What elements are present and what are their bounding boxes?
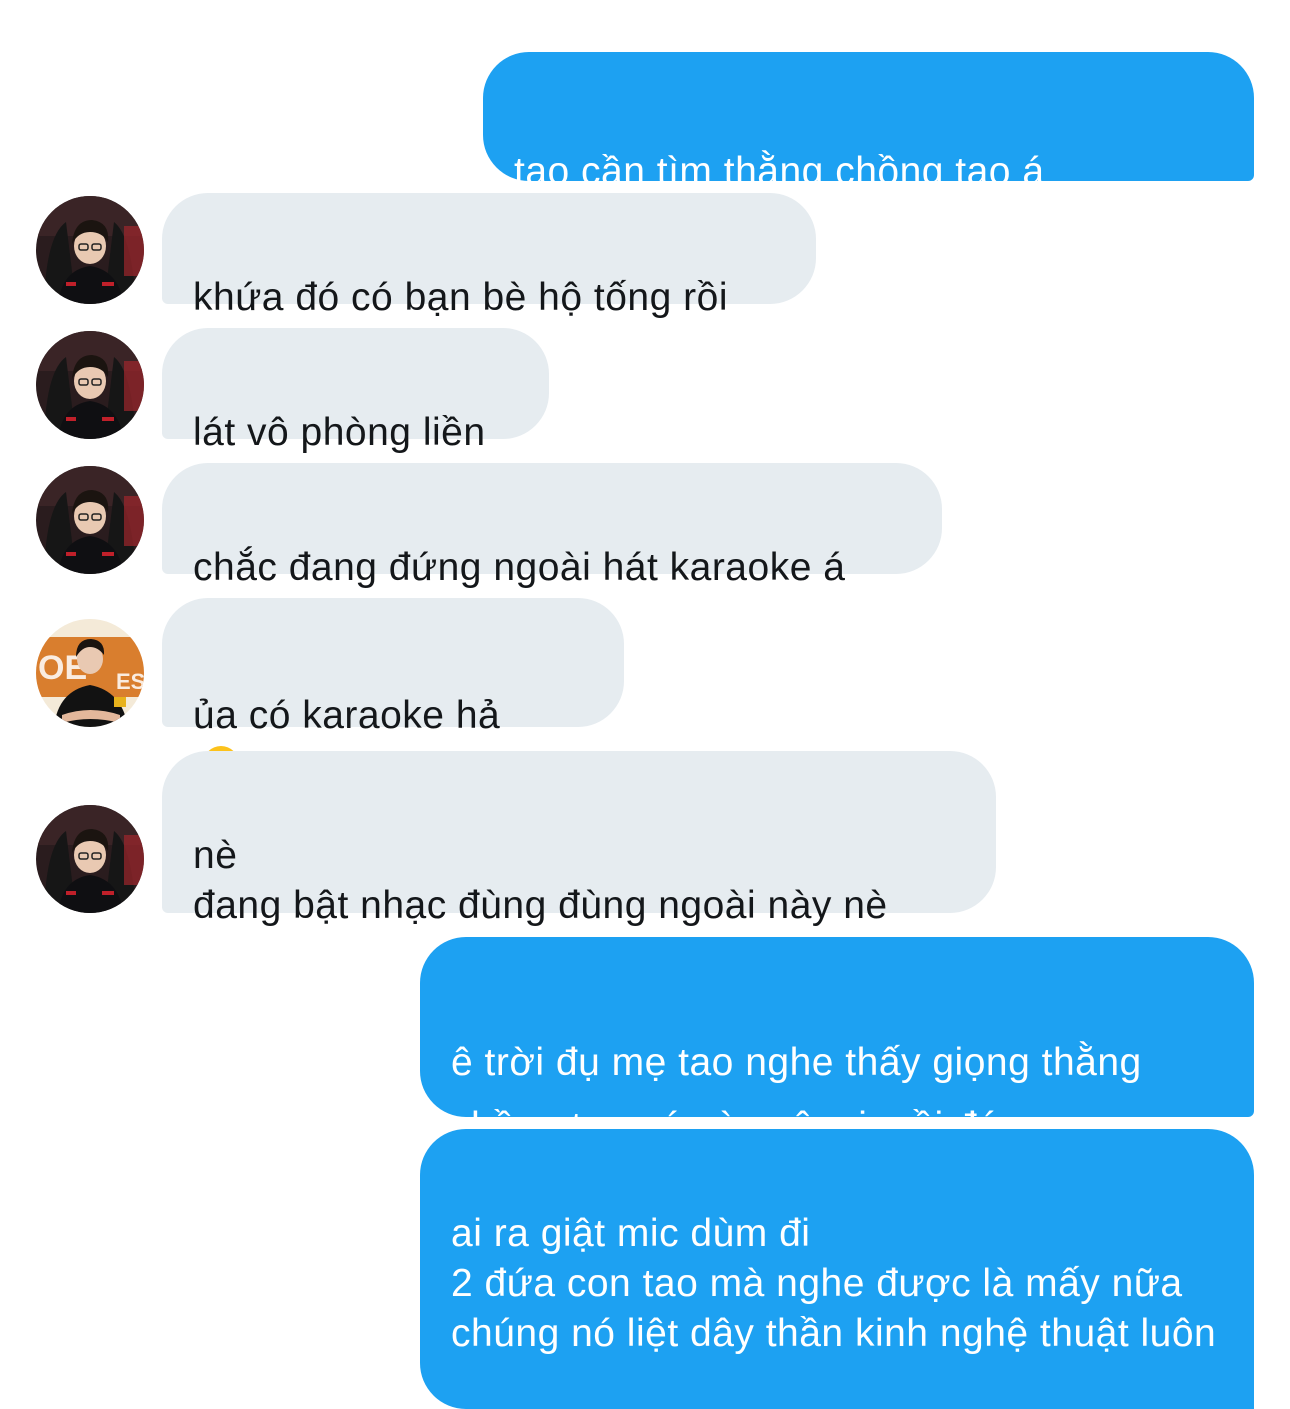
avatar[interactable]: [36, 331, 144, 439]
message-bubble-outgoing[interactable]: ê trời đụ mẹ tao nghe thấy giọng thằng c…: [420, 937, 1254, 1209]
message-text: nè đang bật nhạc đùng đùng ngoài này nè: [193, 834, 888, 927]
avatar[interactable]: [36, 196, 144, 304]
message-bubble-outgoing[interactable]: tao cần tìm thằng chồng tao á: [483, 52, 1254, 296]
message-bubble-outgoing[interactable]: ai ra giật mic dùm đi 2 đứa con tao mà n…: [420, 1129, 1254, 1409]
message-bubble-incoming[interactable]: lát vô phòng liền: [162, 328, 549, 454]
message-text: ai ra giật mic dùm đi 2 đứa con tao mà n…: [451, 1212, 1217, 1355]
message-text: lát vô phòng liền: [193, 411, 486, 454]
message-bubble-incoming[interactable]: chắc đang đứng ngoài hát karaoke á: [162, 463, 942, 589]
message-text: tao cần tìm thằng chồng tao á: [514, 150, 1045, 193]
message-text: khứa đó có bạn bè hộ tống rồi: [193, 276, 728, 319]
message-bubble-incoming[interactable]: nè đang bật nhạc đùng đùng ngoài này nè: [162, 751, 996, 927]
message-text: ủa có karaoke hả: [193, 694, 501, 737]
message-bubble-incoming[interactable]: ủa có karaoke hả: [162, 598, 624, 784]
avatar[interactable]: [36, 805, 144, 913]
message-bubble-incoming[interactable]: khứa đó có bạn bè hộ tống rồi: [162, 193, 816, 319]
avatar[interactable]: [36, 466, 144, 574]
avatar[interactable]: [36, 619, 144, 727]
message-text: chắc đang đứng ngoài hát karaoke á: [193, 546, 846, 589]
